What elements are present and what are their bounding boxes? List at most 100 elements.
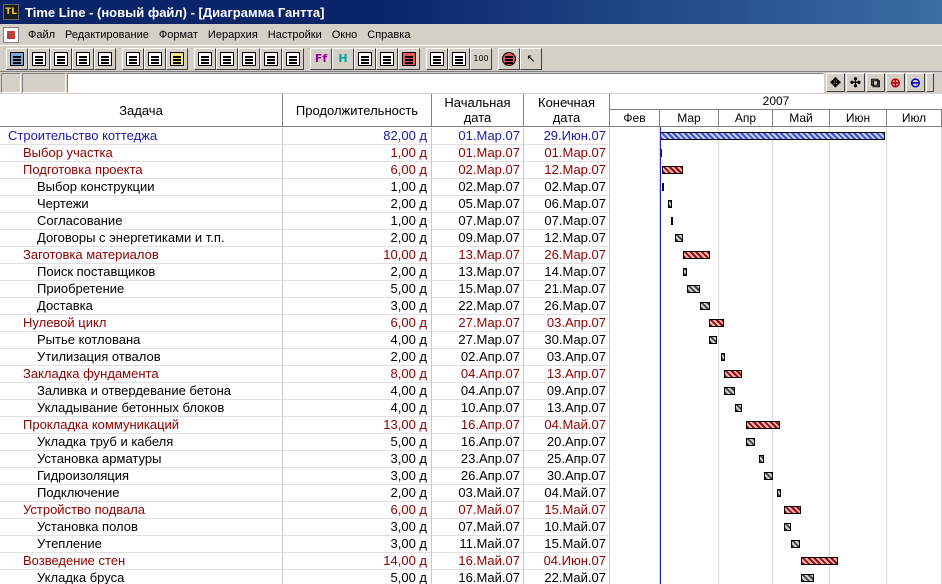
- gantt-bar[interactable]: [791, 540, 800, 548]
- task-duration[interactable]: 1,00 д: [283, 179, 432, 196]
- app-icon[interactable]: TL: [3, 4, 19, 20]
- gantt-bar[interactable]: [660, 132, 885, 140]
- task-duration[interactable]: 8,00 д: [283, 366, 432, 383]
- task-end-date[interactable]: 03.Апр.07: [524, 349, 610, 366]
- task-end-date[interactable]: 15.Май.07: [524, 502, 610, 519]
- task-end-date[interactable]: 04.Май.07: [524, 485, 610, 502]
- percent-button[interactable]: 100: [470, 47, 492, 70]
- task-start-date[interactable]: 16.Апр.07: [432, 434, 524, 451]
- task-duration[interactable]: 3,00 д: [283, 468, 432, 485]
- outdent-button[interactable]: [238, 47, 260, 70]
- menu-settings[interactable]: Настройки: [263, 29, 327, 41]
- gantt-bar[interactable]: [746, 438, 755, 446]
- task-duration[interactable]: 6,00 д: [283, 502, 432, 519]
- task-start-date[interactable]: 13.Мар.07: [432, 264, 524, 281]
- zoom-extra-button[interactable]: [926, 73, 934, 92]
- menu-file[interactable]: Файл: [23, 29, 60, 41]
- task-start-date[interactable]: 23.Апр.07: [432, 451, 524, 468]
- task-duration[interactable]: 10,00 д: [283, 247, 432, 264]
- task-start-date[interactable]: 09.Мар.07: [432, 230, 524, 247]
- gantt-bar[interactable]: [668, 200, 672, 208]
- task-name[interactable]: Гидроизоляция: [0, 468, 283, 485]
- assistant-button[interactable]: [498, 47, 520, 70]
- task-name[interactable]: Выбор конструкции: [0, 179, 283, 196]
- task-end-date[interactable]: 03.Апр.07: [524, 315, 610, 332]
- column-header-end[interactable]: Конечная дата: [524, 94, 610, 127]
- task-name[interactable]: Согласование: [0, 213, 283, 230]
- task-duration[interactable]: 2,00 д: [283, 264, 432, 281]
- task-end-date[interactable]: 10.Май.07: [524, 519, 610, 536]
- table-row[interactable]: Приобретение 5,00 д 15.Мар.07 21.Мар.07: [0, 281, 942, 298]
- table-row[interactable]: Закладка фундамента 8,00 д 04.Апр.07 13.Апр…: [0, 366, 942, 383]
- task-duration[interactable]: 3,00 д: [283, 298, 432, 315]
- table-row[interactable]: Укладка труб и кабеля 5,00 д 16.Апр.07 20.А…: [0, 434, 942, 451]
- gantt-bar[interactable]: [675, 234, 683, 242]
- task-name[interactable]: Подключение: [0, 485, 283, 502]
- task-name[interactable]: Возведение стен: [0, 553, 283, 570]
- task-end-date[interactable]: 26.Мар.07: [524, 298, 610, 315]
- gantt-bar[interactable]: [671, 217, 673, 225]
- zoom-in-button[interactable]: ⊕: [886, 73, 905, 92]
- task-start-date[interactable]: 16.Май.07: [432, 570, 524, 584]
- task-duration[interactable]: 3,00 д: [283, 536, 432, 553]
- table-row[interactable]: Подготовка проекта 6,00 д 02.Мар.07 12.Мар.…: [0, 162, 942, 179]
- task-name[interactable]: Закладка фундамента: [0, 366, 283, 383]
- table-row[interactable]: Договоры с энергетиками и т.п. 2,00 д 09.М…: [0, 230, 942, 247]
- table-row[interactable]: Доставка 3,00 д 22.Мар.07 26.Мар.07: [0, 298, 942, 315]
- print-button[interactable]: [50, 47, 72, 70]
- gantt-bar[interactable]: [784, 523, 791, 531]
- task-duration[interactable]: 5,00 д: [283, 434, 432, 451]
- task-start-date[interactable]: 15.Мар.07: [432, 281, 524, 298]
- task-end-date[interactable]: 25.Апр.07: [524, 451, 610, 468]
- indent-button[interactable]: [260, 47, 282, 70]
- column-header-start[interactable]: Начальная дата: [432, 94, 524, 127]
- task-name[interactable]: Укладка труб и кабеля: [0, 434, 283, 451]
- task-name[interactable]: Подготовка проекта: [0, 162, 283, 179]
- gantt-bar[interactable]: [687, 285, 700, 293]
- task-end-date[interactable]: 02.Мар.07: [524, 179, 610, 196]
- task-name[interactable]: Чертежи: [0, 196, 283, 213]
- task-name[interactable]: Установка арматуры: [0, 451, 283, 468]
- task-start-date[interactable]: 16.Май.07: [432, 553, 524, 570]
- task-end-date[interactable]: 07.Мар.07: [524, 213, 610, 230]
- outline-list-button[interactable]: [194, 47, 216, 70]
- task-end-date[interactable]: 15.Май.07: [524, 536, 610, 553]
- gantt-bar[interactable]: [801, 574, 814, 582]
- task-end-date[interactable]: 12.Мар.07: [524, 162, 610, 179]
- task-duration[interactable]: 4,00 д: [283, 400, 432, 417]
- task-end-date[interactable]: 04.Май.07: [524, 417, 610, 434]
- task-start-date[interactable]: 04.Апр.07: [432, 383, 524, 400]
- gantt-bar[interactable]: [724, 370, 742, 378]
- gantt-bar[interactable]: [764, 472, 773, 480]
- gantt-bar[interactable]: [759, 455, 764, 463]
- task-end-date[interactable]: 06.Мар.07: [524, 196, 610, 213]
- task-start-date[interactable]: 16.Апр.07: [432, 417, 524, 434]
- task-start-date[interactable]: 02.Апр.07: [432, 349, 524, 366]
- table-row[interactable]: Заготовка материалов 10,00 д 13.Мар.07 26.М…: [0, 247, 942, 264]
- gantt-bar[interactable]: [724, 387, 735, 395]
- align-left-button[interactable]: [216, 47, 238, 70]
- table-row[interactable]: Прокладка коммуникаций 13,00 д 16.Апр.07 04…: [0, 417, 942, 434]
- task-end-date[interactable]: 14.Мар.07: [524, 264, 610, 281]
- table-row[interactable]: Выбор конструкции 1,00 д 02.Мар.07 02.Мар.0…: [0, 179, 942, 196]
- task-name[interactable]: Укладка бруса: [0, 570, 283, 584]
- fit-button[interactable]: ⧉: [866, 73, 885, 92]
- task-name[interactable]: Утепление: [0, 536, 283, 553]
- task-start-date[interactable]: 10.Апр.07: [432, 400, 524, 417]
- gantt-bar[interactable]: [709, 336, 717, 344]
- task-duration[interactable]: 14,00 д: [283, 553, 432, 570]
- table-row[interactable]: Укладывание бетонных блоков 4,00 д 10.Апр.…: [0, 400, 942, 417]
- grid-button[interactable]: [426, 47, 448, 70]
- task-name[interactable]: Устройство подвала: [0, 502, 283, 519]
- task-start-date[interactable]: 02.Мар.07: [432, 179, 524, 196]
- gantt-bar[interactable]: [662, 183, 664, 191]
- task-name[interactable]: Заготовка материалов: [0, 247, 283, 264]
- gantt-bar[interactable]: [683, 251, 710, 259]
- task-start-date[interactable]: 07.Мар.07: [432, 213, 524, 230]
- task-end-date[interactable]: 29.Июн.07: [524, 128, 610, 145]
- task-name[interactable]: Заливка и отвердевание бетона: [0, 383, 283, 400]
- menu-hierarchy[interactable]: Иерархия: [203, 29, 263, 41]
- task-start-date[interactable]: 03.Май.07: [432, 485, 524, 502]
- table-row[interactable]: Утилизация отвалов 2,00 д 02.Апр.07 03.Апр.…: [0, 349, 942, 366]
- move-button[interactable]: ✣: [846, 73, 865, 92]
